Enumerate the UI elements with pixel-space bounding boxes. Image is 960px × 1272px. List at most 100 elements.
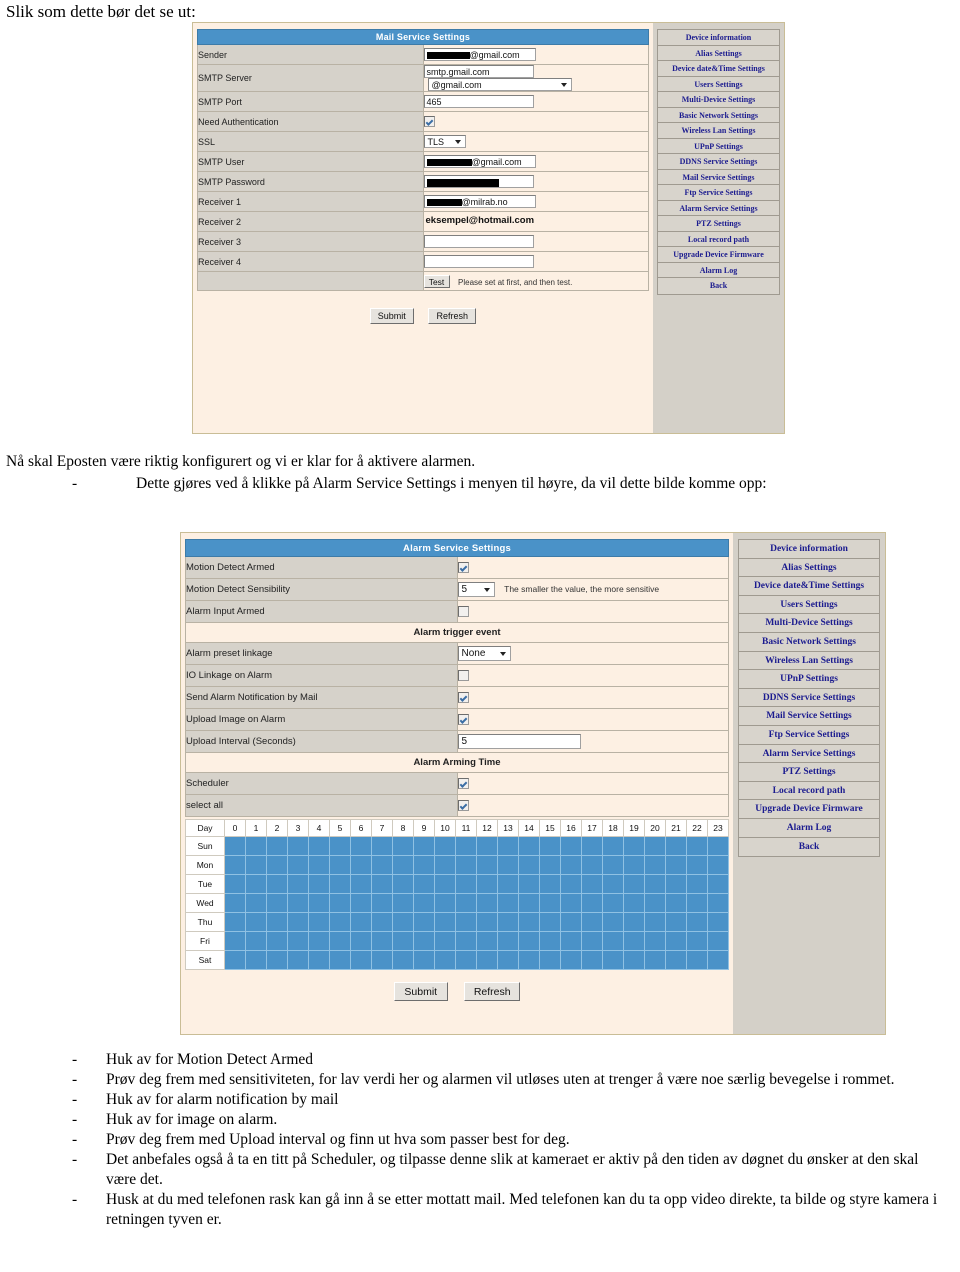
schedule-cell[interactable] — [329, 912, 351, 932]
schedule-cell[interactable] — [707, 950, 729, 970]
schedule-cell[interactable] — [266, 912, 288, 932]
schedule-cell[interactable] — [665, 893, 687, 913]
schedule-cell[interactable] — [224, 855, 246, 875]
schedule-cell[interactable] — [287, 931, 309, 951]
menu-item-device-information[interactable]: Device information — [739, 540, 879, 559]
schedule-cell[interactable] — [560, 931, 582, 951]
schedule-cell[interactable] — [476, 855, 498, 875]
schedule-cell[interactable] — [434, 836, 456, 856]
schedule-cell[interactable] — [287, 874, 309, 894]
schedule-cell[interactable] — [413, 874, 435, 894]
schedule-cell[interactable] — [623, 874, 645, 894]
menu-item-local-record-path[interactable]: Local record path — [739, 781, 879, 801]
schedule-cell[interactable] — [476, 836, 498, 856]
ssl-select[interactable]: TLS — [423, 135, 466, 148]
schedule-cell[interactable] — [644, 874, 666, 894]
menu-item-ftp-service-settings[interactable]: Ftp Service Settings — [739, 725, 879, 745]
schedule-cell[interactable] — [707, 874, 729, 894]
schedule-cell[interactable] — [245, 893, 267, 913]
schedule-cell[interactable] — [266, 874, 288, 894]
schedule-cell[interactable] — [245, 931, 267, 951]
schedule-cell[interactable] — [434, 912, 456, 932]
schedule-cell[interactable] — [581, 855, 603, 875]
schedule-cell[interactable] — [434, 874, 456, 894]
menu-item-mail-service-settings[interactable]: Mail Service Settings — [658, 169, 779, 185]
schedule-cell[interactable] — [707, 912, 729, 932]
receiver1-input[interactable]: @milrab.no — [423, 195, 536, 208]
schedule-cell[interactable] — [287, 950, 309, 970]
schedule-cell[interactable] — [707, 855, 729, 875]
schedule-cell[interactable] — [707, 931, 729, 951]
schedule-cell[interactable] — [434, 855, 456, 875]
receiver2-input[interactable]: eksempel@hotmail.com — [424, 215, 576, 228]
schedule-cell[interactable] — [560, 855, 582, 875]
schedule-cell[interactable] — [686, 912, 708, 932]
schedule-cell[interactable] — [329, 874, 351, 894]
schedule-cell[interactable] — [350, 893, 372, 913]
schedule-cell[interactable] — [686, 893, 708, 913]
schedule-cell[interactable] — [518, 893, 540, 913]
schedule-cell[interactable] — [602, 855, 624, 875]
menu-item-ddns-service-settings[interactable]: DDNS Service Settings — [739, 688, 879, 708]
schedule-cell[interactable] — [245, 950, 267, 970]
schedule-cell[interactable] — [665, 931, 687, 951]
menu-item-basic-network-settings[interactable]: Basic Network Settings — [658, 107, 779, 123]
smtp-port-input[interactable]: 465 — [423, 95, 534, 108]
schedule-cell[interactable] — [602, 931, 624, 951]
menu-item-multi-device-settings[interactable]: Multi-Device Settings — [658, 92, 779, 108]
schedule-cell[interactable] — [539, 931, 561, 951]
schedule-cell[interactable] — [518, 874, 540, 894]
schedule-cell[interactable] — [455, 931, 477, 951]
schedule-cell[interactable] — [413, 855, 435, 875]
schedule-cell[interactable] — [623, 912, 645, 932]
receiver4-input[interactable] — [423, 255, 534, 268]
schedule-cell[interactable] — [602, 893, 624, 913]
schedule-cell[interactable] — [350, 855, 372, 875]
alarm-preset-linkage-select[interactable]: None — [457, 646, 511, 661]
menu-item-alarm-service-settings[interactable]: Alarm Service Settings — [658, 200, 779, 216]
alarm-schedule-grid[interactable]: Day 0 1 2 3 4 5 6 7 8 9 10 11 12 13 14 15 16 17 18 19 20 21 22 2… — [185, 819, 729, 970]
schedule-cell[interactable] — [602, 950, 624, 970]
need-authentication-checkbox[interactable] — [423, 116, 435, 128]
schedule-cell[interactable] — [371, 912, 393, 932]
schedule-cell[interactable] — [329, 950, 351, 970]
schedule-cell[interactable] — [224, 874, 246, 894]
schedule-cell[interactable] — [266, 855, 288, 875]
schedule-cell[interactable] — [476, 912, 498, 932]
menu-item-alarm-service-settings[interactable]: Alarm Service Settings — [739, 744, 879, 764]
schedule-cell[interactable] — [665, 874, 687, 894]
schedule-cell[interactable] — [518, 836, 540, 856]
schedule-cell[interactable] — [686, 836, 708, 856]
schedule-cell[interactable] — [413, 912, 435, 932]
schedule-cell[interactable] — [434, 950, 456, 970]
schedule-cell[interactable] — [245, 836, 267, 856]
schedule-cell[interactable] — [560, 912, 582, 932]
schedule-cell[interactable] — [455, 874, 477, 894]
schedule-cell[interactable] — [308, 874, 330, 894]
schedule-cell[interactable] — [623, 931, 645, 951]
menu-item-wireless-lan-settings[interactable]: Wireless Lan Settings — [658, 123, 779, 139]
schedule-cell[interactable] — [623, 893, 645, 913]
schedule-cell[interactable] — [455, 855, 477, 875]
schedule-cell[interactable] — [266, 836, 288, 856]
schedule-cell[interactable] — [455, 893, 477, 913]
schedule-cell[interactable] — [602, 912, 624, 932]
schedule-cell[interactable] — [413, 931, 435, 951]
schedule-cell[interactable] — [371, 836, 393, 856]
schedule-cell[interactable] — [707, 836, 729, 856]
schedule-cell[interactable] — [329, 893, 351, 913]
schedule-cell[interactable] — [686, 855, 708, 875]
schedule-cell[interactable] — [539, 855, 561, 875]
schedule-cell[interactable] — [539, 950, 561, 970]
alarm-input-armed-checkbox[interactable] — [457, 605, 469, 617]
schedule-cell[interactable] — [644, 950, 666, 970]
schedule-cell[interactable] — [581, 893, 603, 913]
schedule-cell[interactable] — [224, 950, 246, 970]
schedule-cell[interactable] — [371, 893, 393, 913]
schedule-cell[interactable] — [413, 836, 435, 856]
schedule-cell[interactable] — [392, 893, 414, 913]
send-alarm-mail-checkbox[interactable] — [457, 691, 469, 703]
menu-item-ptz-settings[interactable]: PTZ Settings — [739, 763, 879, 782]
menu-item-users-settings[interactable]: Users Settings — [739, 595, 879, 615]
smtp-server-domain-select[interactable]: @gmail.com — [427, 78, 572, 91]
